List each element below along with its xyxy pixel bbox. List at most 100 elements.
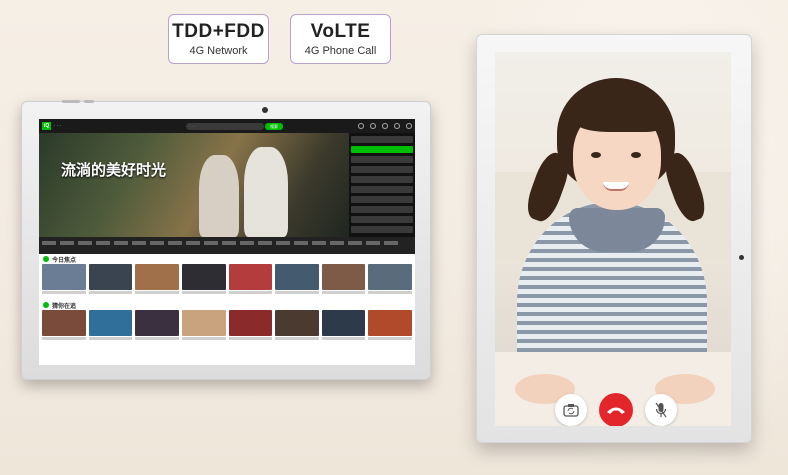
video-thumbnail[interactable] <box>181 310 226 336</box>
category-item[interactable] <box>384 241 398 245</box>
caption <box>275 291 319 294</box>
caption <box>135 337 179 340</box>
app-logo[interactable]: iQ <box>42 122 52 130</box>
portrait-tablet <box>476 34 752 443</box>
badge-volte-title: VoLTE <box>310 21 371 42</box>
list-item[interactable] <box>351 136 413 143</box>
category-item[interactable] <box>240 241 254 245</box>
list-item[interactable] <box>351 186 413 193</box>
thumbnail-row-today <box>39 264 415 290</box>
camera-switch-button[interactable] <box>555 394 587 426</box>
badge-network: TDD+FDD 4G Network <box>168 14 269 64</box>
video-thumbnail[interactable] <box>135 310 179 336</box>
video-thumbnail[interactable] <box>321 310 366 336</box>
avatar[interactable] <box>406 123 412 129</box>
list-item[interactable] <box>351 196 413 203</box>
category-item[interactable] <box>96 241 110 245</box>
section-title: 今日焦点 <box>52 257 77 264</box>
video-thumbnail[interactable] <box>42 264 86 290</box>
front-camera <box>739 255 744 260</box>
badge-network-title: TDD+FDD <box>172 21 265 42</box>
video-call-screen <box>495 52 731 426</box>
bangs <box>569 92 665 132</box>
volume-button <box>62 100 80 103</box>
message-icon[interactable] <box>394 123 400 129</box>
category-item[interactable] <box>294 241 308 245</box>
category-bar <box>39 237 415 254</box>
video-thumbnail[interactable] <box>88 264 133 290</box>
video-thumbnail[interactable] <box>275 310 319 336</box>
search-input[interactable]: · · · <box>186 122 265 130</box>
category-item[interactable] <box>150 241 164 245</box>
mute-button[interactable] <box>645 394 677 426</box>
caption-row <box>39 290 415 294</box>
video-thumbnail[interactable] <box>88 310 133 336</box>
thumbnail-row-guess <box>39 310 415 336</box>
list-item-active[interactable] <box>351 146 413 153</box>
search-button[interactable]: 搜索 <box>265 122 284 130</box>
hero-person-2 <box>244 147 288 237</box>
app-logo-text: · · · <box>53 123 62 129</box>
caption <box>42 291 86 294</box>
caption <box>275 337 319 340</box>
category-item[interactable] <box>114 241 128 245</box>
video-thumbnail[interactable] <box>228 264 273 290</box>
hero-banner[interactable]: 流淌的美好时光 <box>39 133 415 237</box>
list-item[interactable] <box>351 206 413 213</box>
caption <box>321 337 366 340</box>
crown-icon[interactable] <box>358 123 364 129</box>
landscape-tablet: iQ · · · · · · 搜索 流淌的美好时光 今日焦点 猜你在追 <box>21 100 431 380</box>
badge-volte: VoLTE 4G Phone Call <box>290 14 391 64</box>
eye-right <box>631 152 641 158</box>
hero-image[interactable]: 流淌的美好时光 <box>39 133 349 237</box>
list-item[interactable] <box>351 226 413 233</box>
caption <box>368 291 412 294</box>
list-item[interactable] <box>351 166 413 173</box>
phone-hangup-icon <box>607 407 625 414</box>
category-item[interactable] <box>60 241 74 245</box>
category-item[interactable] <box>132 241 146 245</box>
video-thumbnail[interactable] <box>228 310 273 336</box>
category-item[interactable] <box>258 241 272 245</box>
hero-title: 流淌的美好时光 <box>61 161 167 179</box>
caption <box>42 337 86 340</box>
microphone-icon <box>655 402 667 418</box>
video-thumbnail[interactable] <box>181 264 226 290</box>
caption <box>228 291 273 294</box>
section-title: 猜你在追 <box>52 303 77 310</box>
video-thumbnail[interactable] <box>42 310 86 336</box>
list-item[interactable] <box>351 216 413 223</box>
eye-left <box>591 152 601 158</box>
video-thumbnail[interactable] <box>135 264 179 290</box>
category-item[interactable] <box>348 241 362 245</box>
category-item[interactable] <box>222 241 236 245</box>
category-item[interactable] <box>366 241 380 245</box>
category-item[interactable] <box>42 241 56 245</box>
video-thumbnail[interactable] <box>368 310 412 336</box>
history-icon[interactable] <box>370 123 376 129</box>
caption <box>228 337 273 340</box>
video-thumbnail[interactable] <box>368 264 412 290</box>
category-item[interactable] <box>312 241 326 245</box>
camera-switch-icon <box>563 404 579 417</box>
video-thumbnail[interactable] <box>275 264 319 290</box>
category-item[interactable] <box>276 241 290 245</box>
badge-network-subtitle: 4G Network <box>189 45 248 57</box>
hero-side-list <box>349 133 415 237</box>
category-item[interactable] <box>204 241 218 245</box>
hero-person-1 <box>199 155 239 237</box>
category-item[interactable] <box>168 241 182 245</box>
category-item[interactable] <box>330 241 344 245</box>
badge-volte-subtitle: 4G Phone Call <box>304 45 377 57</box>
list-item[interactable] <box>351 176 413 183</box>
section-icon <box>43 256 49 262</box>
category-item[interactable] <box>78 241 92 245</box>
caption <box>181 291 226 294</box>
upload-icon[interactable] <box>382 123 388 129</box>
video-thumbnail[interactable] <box>321 264 366 290</box>
hangup-button[interactable] <box>599 393 633 426</box>
caption <box>321 291 366 294</box>
category-item[interactable] <box>186 241 200 245</box>
list-item[interactable] <box>351 156 413 163</box>
video-app-screen: iQ · · · · · · 搜索 流淌的美好时光 今日焦点 猜你在追 <box>39 119 415 365</box>
